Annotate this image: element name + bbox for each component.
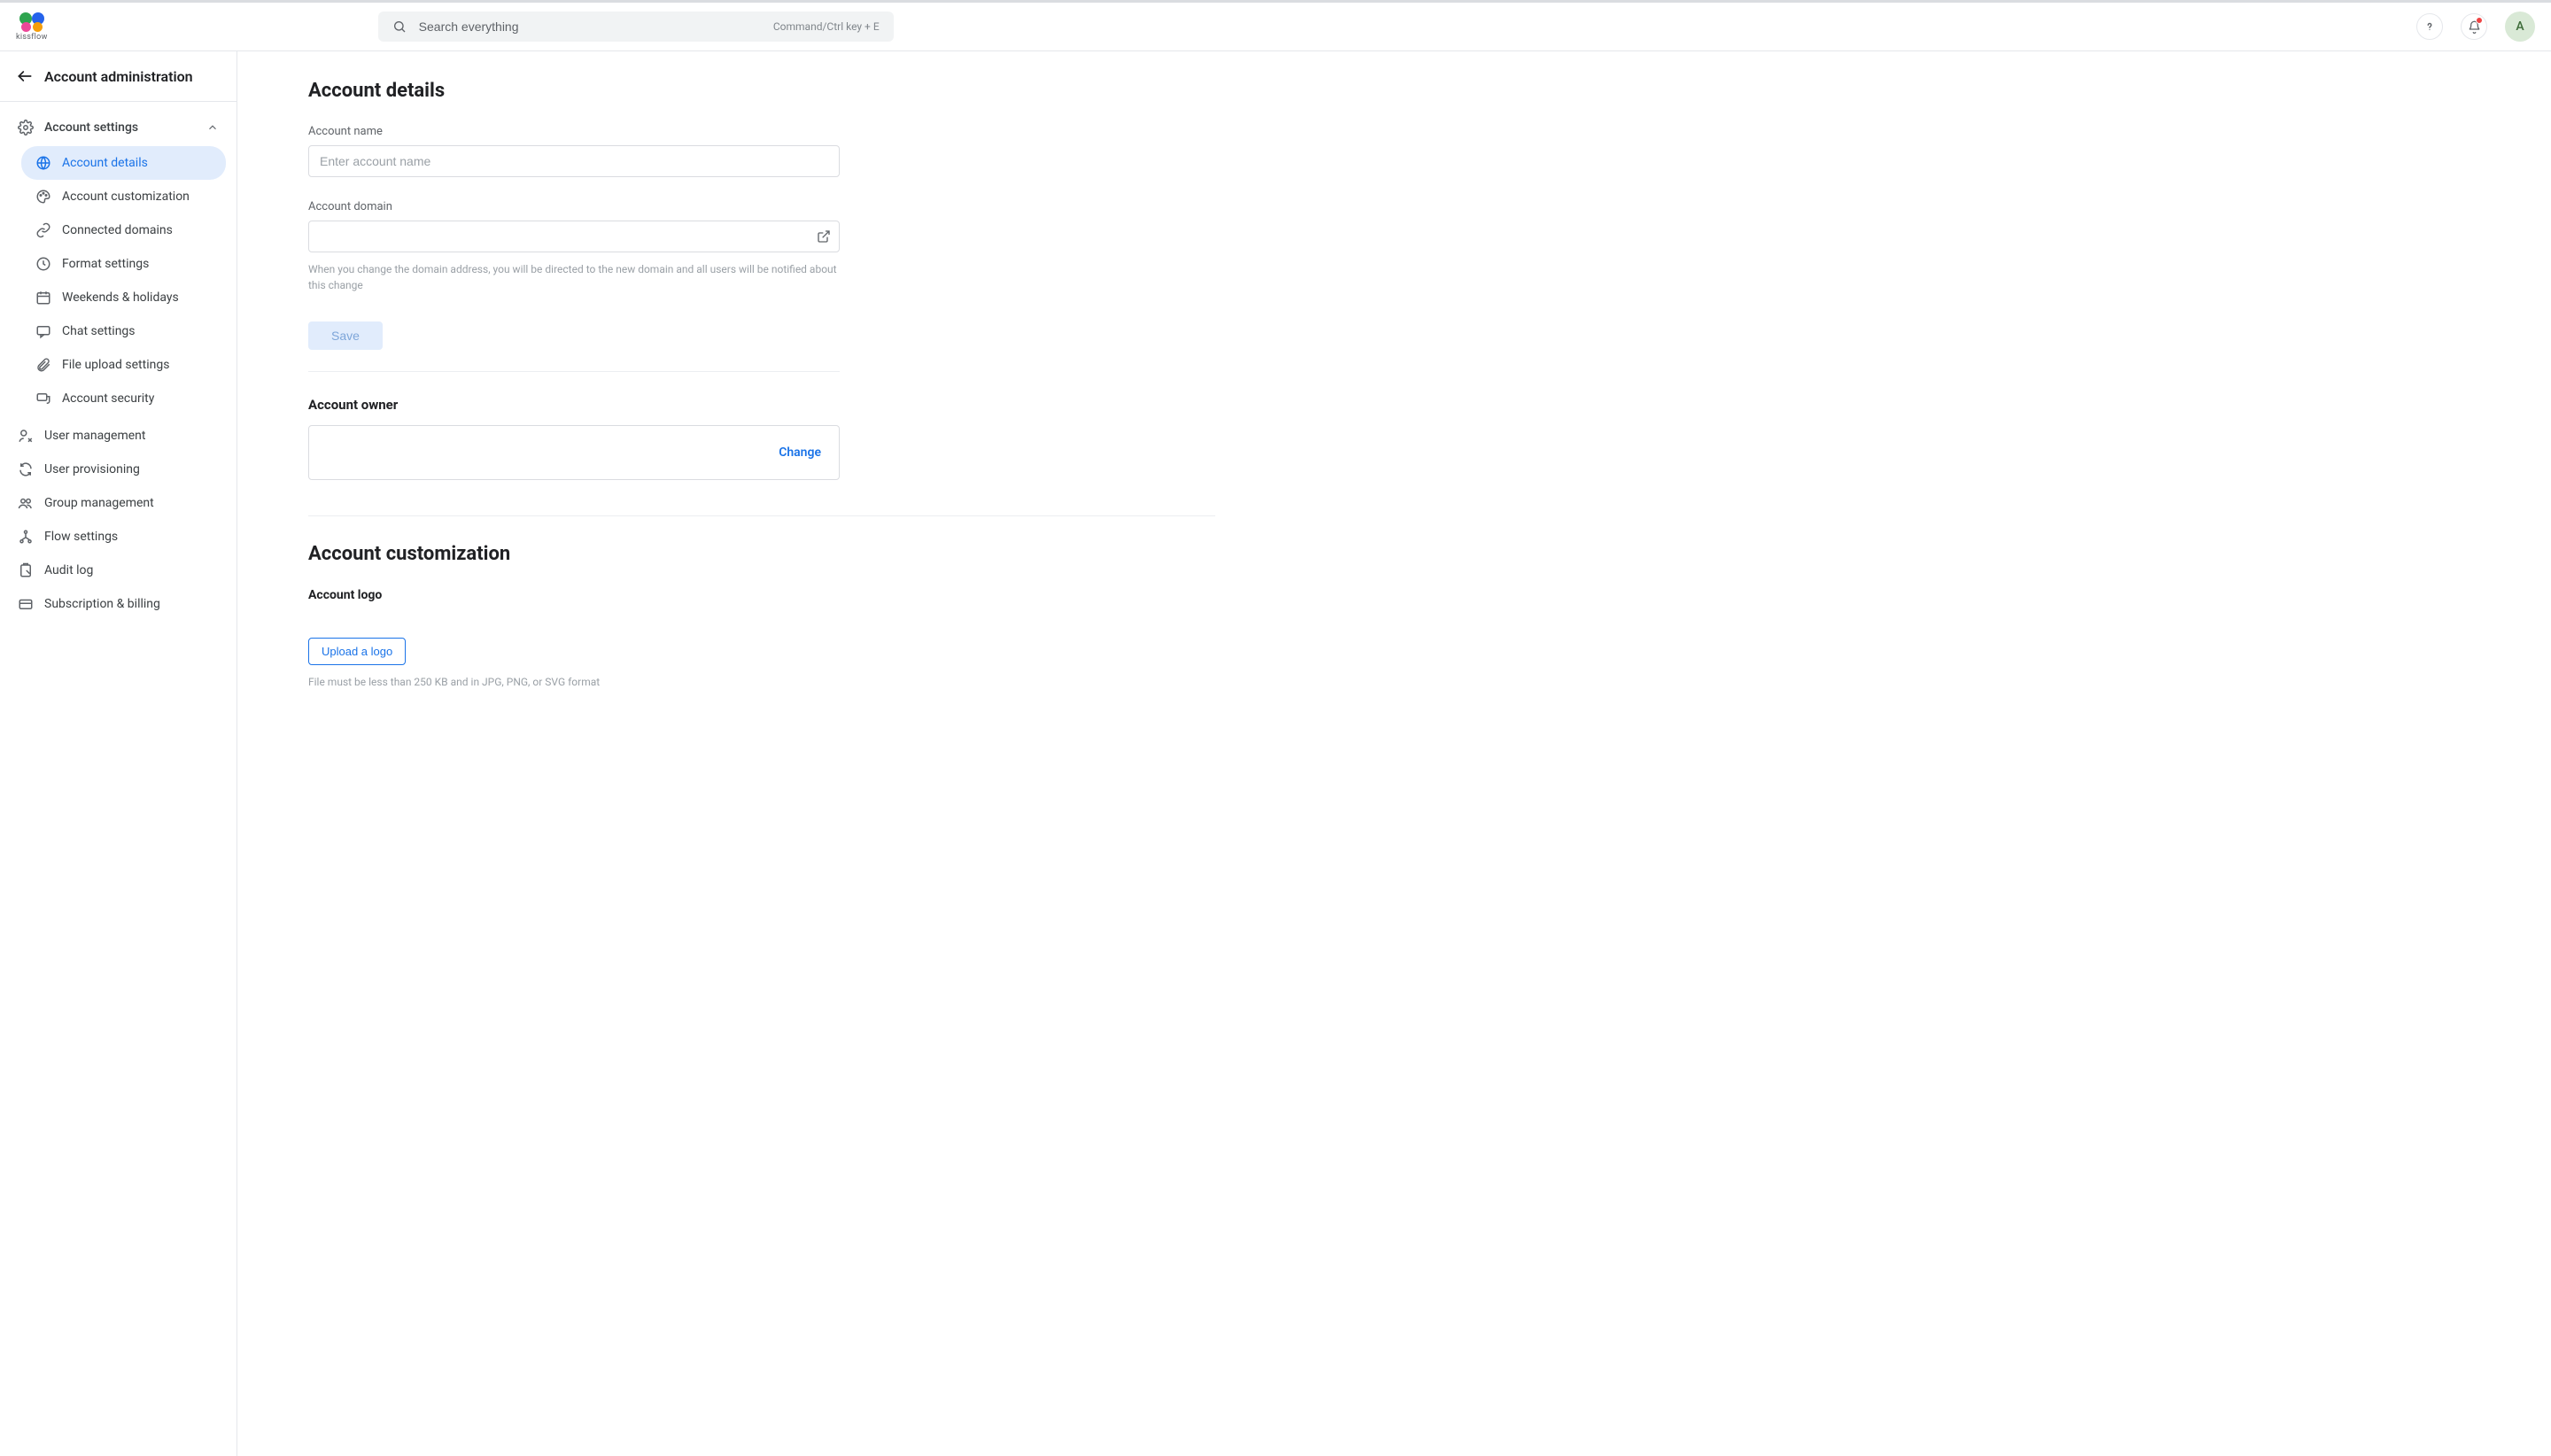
divider [308,371,840,372]
sidebar-item-label: Subscription & billing [44,597,160,611]
sidebar-item-label: Chat settings [62,324,136,338]
account-name-label: Account name [308,125,1215,138]
group-icon [18,495,34,511]
sidebar-item-label: Audit log [44,563,93,577]
customization-title: Account customization [308,543,1215,565]
account-domain-field: Account domain When you change the domai… [308,200,1215,293]
clipboard-icon [18,562,34,578]
notifications-button[interactable] [2461,13,2487,40]
sidebar-item-account-customization[interactable]: Account customization [21,180,226,213]
shield-icon [35,391,51,407]
save-button[interactable]: Save [308,321,383,350]
sidebar-title: Account administration [44,68,193,85]
brand-name: kissflow [16,33,48,42]
sidebar: Account administration Account settings … [0,51,237,1456]
page-title: Account details [308,80,1215,102]
sidebar-item-label: Flow settings [44,530,118,544]
chevron-up-icon [206,121,219,134]
sidebar-item-label: Connected domains [62,223,173,237]
sidebar-item-label: Account details [62,156,148,170]
sync-icon [18,461,34,477]
sidebar-item-file-upload-settings[interactable]: File upload settings [21,348,226,382]
account-domain-input[interactable] [308,221,840,252]
help-button[interactable] [2416,13,2443,40]
sidebar-item-weekends-holidays[interactable]: Weekends & holidays [21,281,226,314]
calendar-icon [35,290,51,306]
paperclip-icon [35,357,51,373]
account-domain-help: When you change the domain address, you … [308,261,840,293]
sidebar-item-label: Weekends & holidays [62,290,179,305]
link-icon [35,222,51,238]
sidebar-item-label: Account security [62,391,154,406]
main-content: Account details Account name Account dom… [237,51,2551,1456]
credit-card-icon [18,596,34,612]
sidebar-item-label: Format settings [62,257,149,271]
globe-icon [35,155,51,171]
sidebar-header: Account administration [0,51,236,102]
palette-icon [35,189,51,205]
flow-icon [18,529,34,545]
sidebar-item-account-security[interactable]: Account security [21,382,226,415]
arrow-left-icon [16,67,34,85]
top-bar: kissflow Command/Ctrl key + E [0,0,2551,51]
search-shortcut-hint: Command/Ctrl key + E [773,20,880,33]
butterfly-icon [17,12,47,32]
sidebar-section-account-settings[interactable]: Account settings [11,111,226,144]
sidebar-item-user-management[interactable]: User management [11,419,226,453]
search-input[interactable] [419,19,761,34]
avatar-letter: A [2516,19,2524,34]
change-owner-button[interactable]: Change [779,445,821,460]
sidebar-item-flow-settings[interactable]: Flow settings [11,520,226,554]
sidebar-item-user-provisioning[interactable]: User provisioning [11,453,226,486]
upload-logo-button[interactable]: Upload a logo [308,638,406,665]
sidebar-item-label: User management [44,429,145,443]
sidebar-item-audit-log[interactable]: Audit log [11,554,226,587]
clock-icon [35,256,51,272]
sidebar-item-group-management[interactable]: Group management [11,486,226,520]
upload-logo-help: File must be less than 250 KB and in JPG… [308,674,840,690]
search-icon [392,19,407,34]
notification-dot-icon [2476,17,2483,24]
sidebar-item-label: User provisioning [44,462,140,476]
chat-icon [35,323,51,339]
account-owner-box: Change [308,425,840,480]
account-logo-label: Account logo [308,588,1215,602]
sidebar-item-format-settings[interactable]: Format settings [21,247,226,281]
open-domain-button[interactable] [817,229,831,244]
global-search[interactable]: Command/Ctrl key + E [378,12,894,42]
external-link-icon [817,229,831,244]
sidebar-section-label: Account settings [44,120,138,135]
sidebar-item-subscription-billing[interactable]: Subscription & billing [11,587,226,621]
sidebar-nav: Account settings Account details Accou [0,102,236,630]
top-actions: A [2416,12,2535,42]
user-edit-icon [18,428,34,444]
divider [308,515,1215,516]
back-button[interactable] [16,67,34,85]
help-icon [2423,20,2436,33]
account-name-input[interactable] [308,145,840,177]
gear-icon [18,120,34,136]
account-name-field: Account name [308,125,1215,177]
account-domain-label: Account domain [308,200,1215,213]
sidebar-item-account-details[interactable]: Account details [21,146,226,180]
brand-logo[interactable]: kissflow [16,12,48,42]
sidebar-item-label: File upload settings [62,358,169,372]
sidebar-item-chat-settings[interactable]: Chat settings [21,314,226,348]
sidebar-item-label: Group management [44,496,154,510]
avatar[interactable]: A [2505,12,2535,42]
account-owner-heading: Account owner [308,397,1215,413]
sidebar-item-label: Account customization [62,190,190,204]
sidebar-item-connected-domains[interactable]: Connected domains [21,213,226,247]
